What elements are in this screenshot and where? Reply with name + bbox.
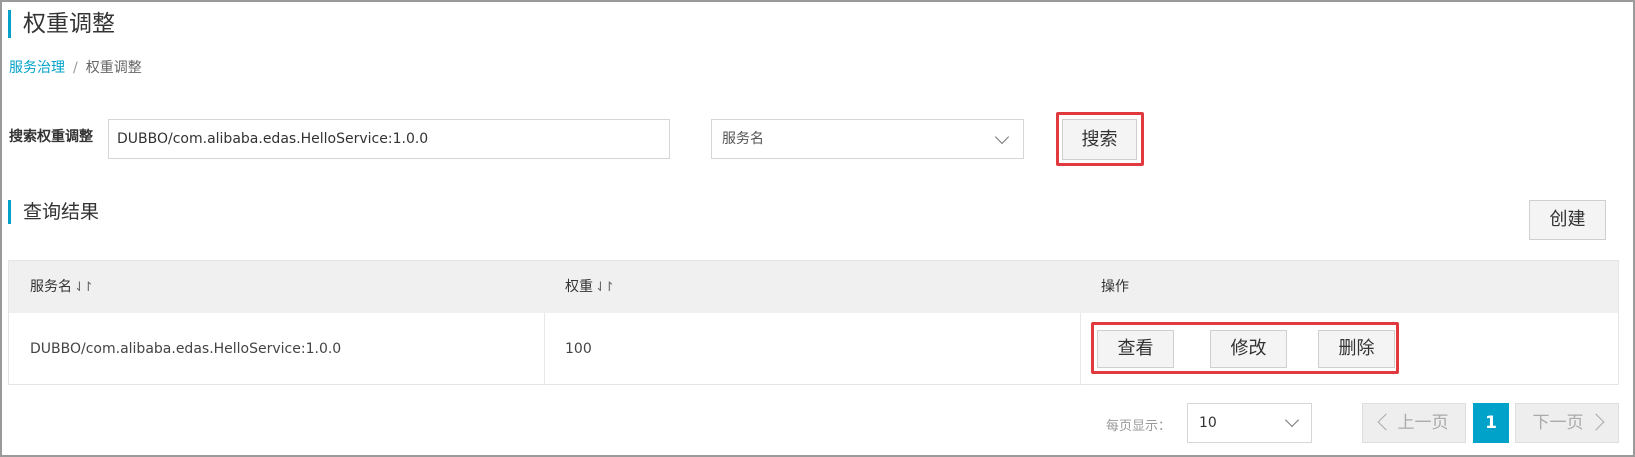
chevron-left-icon	[1377, 413, 1394, 430]
search-field-select[interactable]: 服务名	[711, 119, 1024, 159]
page-title: 权重调整	[8, 10, 115, 38]
create-button[interactable]: 创建	[1529, 200, 1606, 240]
sort-icon[interactable]: ⇃↾	[595, 280, 615, 295]
chevron-right-icon	[1587, 413, 1604, 430]
chevron-down-icon	[994, 129, 1010, 145]
prev-page-button[interactable]: 上一页	[1362, 403, 1466, 443]
page-size-select[interactable]: 10	[1187, 403, 1312, 443]
results-section-title: 查询结果	[8, 200, 99, 224]
row-actions-highlight	[1091, 322, 1399, 374]
page-size-value: 10	[1199, 415, 1217, 431]
breadcrumb-current: 权重调整	[85, 60, 142, 76]
search-field-select-value: 服务名	[722, 131, 764, 147]
search-button-highlight	[1056, 112, 1144, 166]
window-frame	[0, 0, 1635, 457]
next-page-label: 下一页	[1532, 413, 1584, 433]
search-label: 搜索权重调整	[9, 129, 93, 145]
next-page-button[interactable]: 下一页	[1515, 403, 1619, 443]
page-number-current[interactable]: 1	[1473, 403, 1509, 443]
breadcrumb-link-service-governance[interactable]: 服务治理	[9, 60, 65, 76]
column-header-service-label: 服务名	[30, 279, 72, 295]
column-header-actions: 操作	[1101, 279, 1129, 295]
column-header-weight[interactable]: 权重 ⇃↾	[565, 261, 615, 314]
column-header-service[interactable]: 服务名 ⇃↾	[30, 261, 94, 314]
breadcrumb: 服务治理 / 权重调整	[9, 58, 142, 78]
cell-weight: 100	[565, 341, 592, 357]
page-size-label: 每页显示：	[1106, 419, 1172, 434]
sort-icon[interactable]: ⇃↾	[74, 280, 94, 295]
breadcrumb-separator: /	[73, 60, 78, 76]
chevron-down-icon	[1284, 412, 1300, 428]
prev-page-label: 上一页	[1397, 413, 1449, 433]
cell-service-name: DUBBO/com.alibaba.edas.HelloService:1.0.…	[30, 341, 342, 357]
search-input[interactable]	[108, 119, 670, 159]
column-header-weight-label: 权重	[565, 279, 593, 295]
table-header: 服务名 ⇃↾ 权重 ⇃↾ 操作	[9, 261, 1618, 313]
